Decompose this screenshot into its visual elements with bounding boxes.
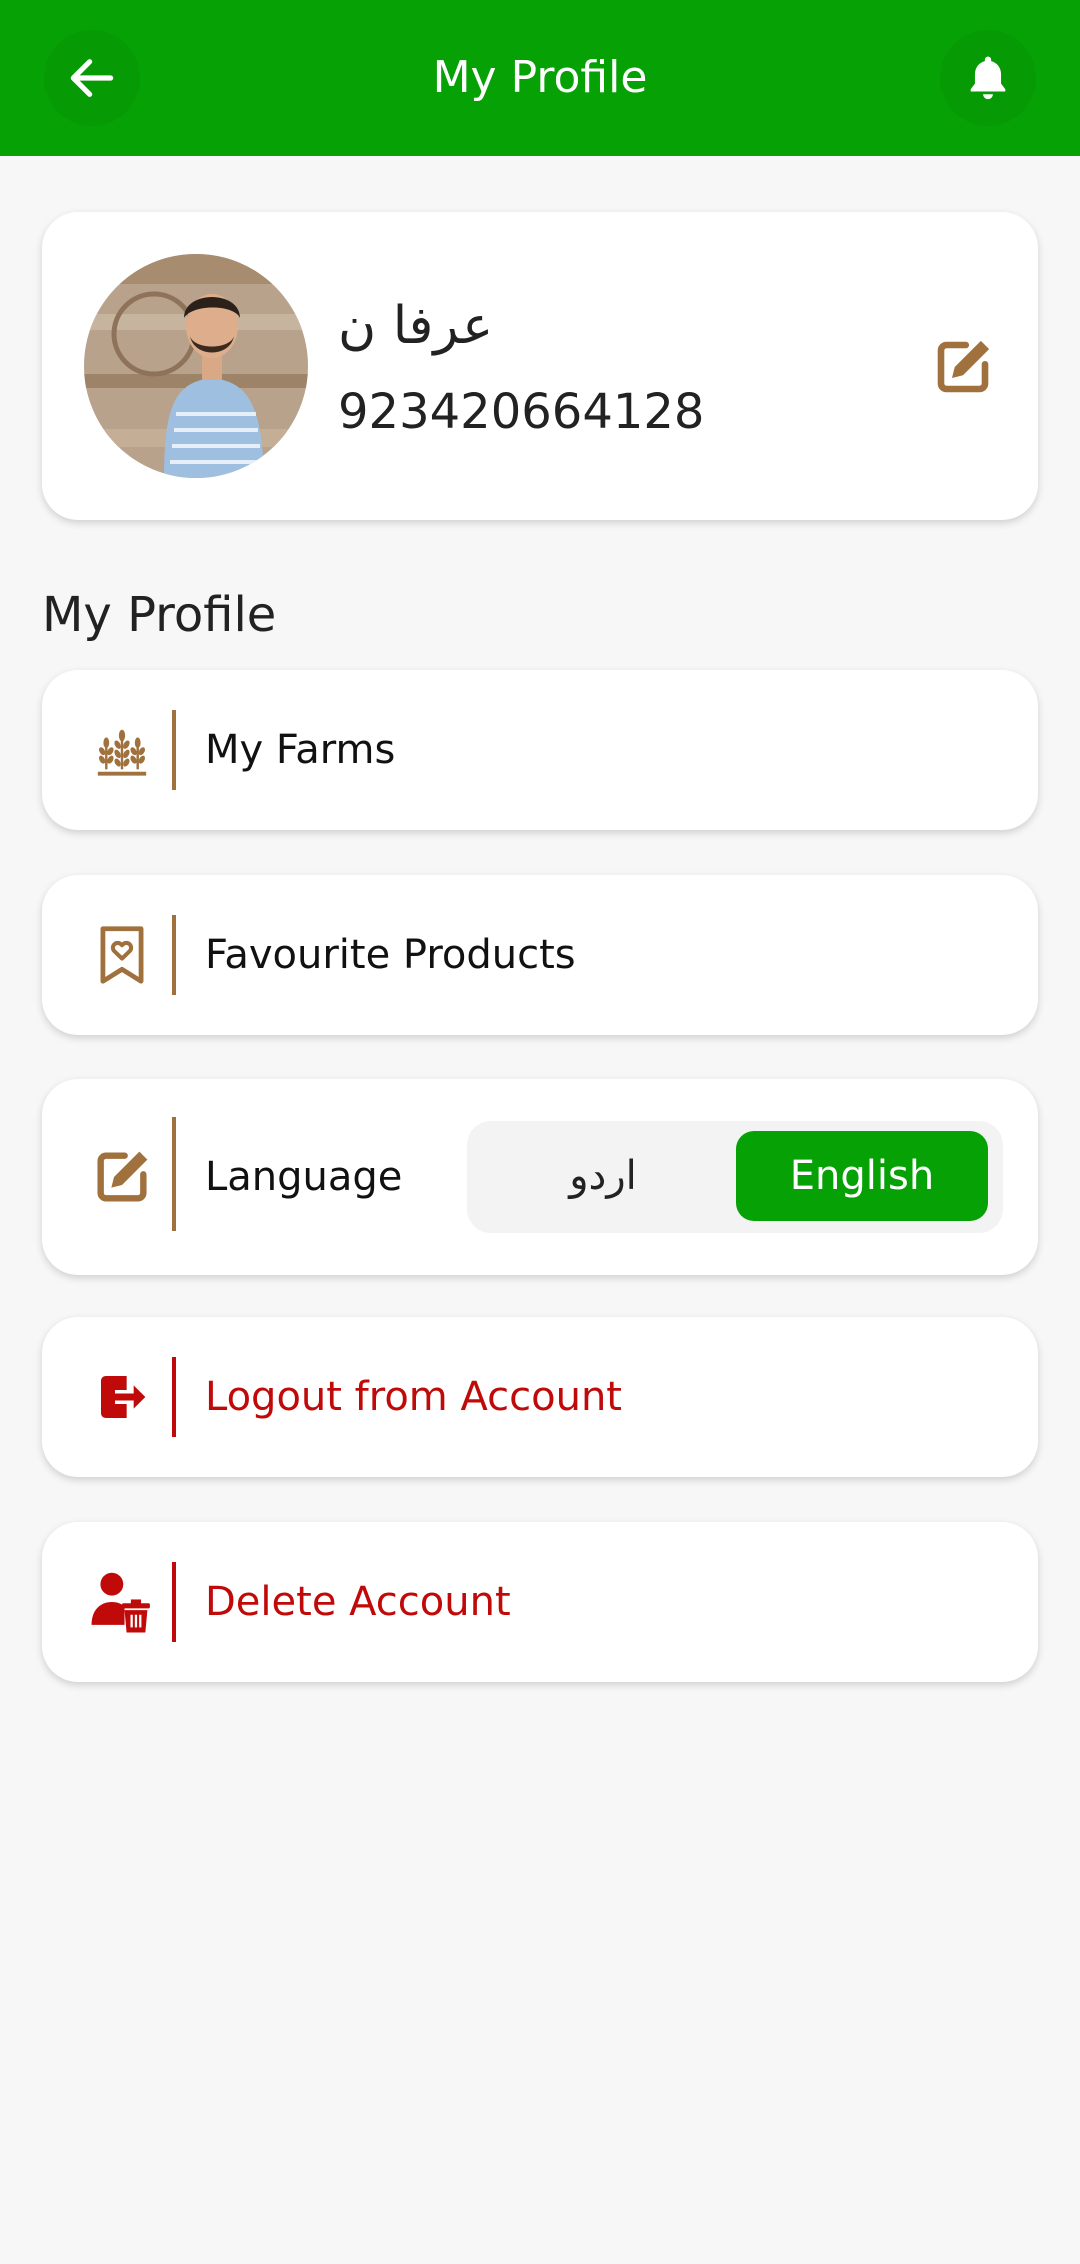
menu-label: Language — [205, 1154, 403, 1200]
notifications-button[interactable] — [940, 30, 1036, 126]
menu-item-my-farms[interactable]: My Farms — [42, 670, 1038, 830]
user-name: عرفا ن — [338, 296, 494, 356]
profile-card: عرفا ن 923420664128 — [42, 212, 1038, 520]
menu-label: Logout from Account — [205, 1374, 622, 1420]
menu-label: Favourite Products — [205, 932, 576, 978]
divider — [172, 1117, 176, 1231]
language-option-urdu[interactable]: اردو — [477, 1131, 729, 1221]
menu-label: Delete Account — [205, 1579, 511, 1625]
avatar — [84, 254, 308, 478]
language-option-english[interactable]: English — [736, 1131, 988, 1221]
edit-icon — [937, 340, 990, 393]
app-bar: My Profile — [0, 0, 1080, 156]
bell-icon — [970, 56, 1006, 100]
bookmark-heart-icon — [100, 926, 144, 984]
logout-icon — [101, 1376, 146, 1418]
language-toggle: اردو English — [467, 1121, 1003, 1233]
divider — [172, 915, 176, 995]
edit-profile-button[interactable] — [930, 334, 996, 400]
menu-item-favourite-products[interactable]: Favourite Products — [42, 875, 1038, 1035]
edit-icon — [97, 1151, 148, 1202]
menu-item-language: Language اردو English — [42, 1079, 1038, 1275]
divider — [172, 1562, 176, 1642]
user-phone: 923420664128 — [338, 384, 705, 440]
menu-label: My Farms — [205, 727, 396, 773]
menu-item-delete-account[interactable]: Delete Account — [42, 1522, 1038, 1682]
divider — [172, 710, 176, 790]
wheat-icon — [97, 729, 147, 776]
section-title: My Profile — [42, 587, 277, 643]
menu-item-logout[interactable]: Logout from Account — [42, 1317, 1038, 1477]
user-delete-icon — [91, 1572, 150, 1633]
page-title: My Profile — [432, 52, 648, 103]
divider — [172, 1357, 176, 1437]
